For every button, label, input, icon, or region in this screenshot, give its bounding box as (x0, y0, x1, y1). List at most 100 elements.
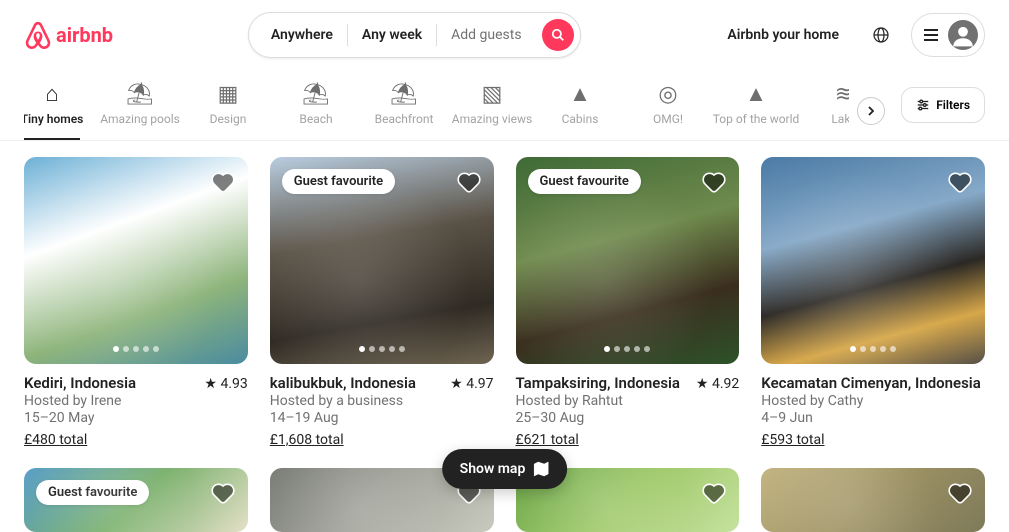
search-anywhere[interactable]: Anywhere (257, 21, 347, 49)
listing-price: £480 total (24, 432, 87, 448)
listing-host: Hosted by Rahtut (516, 393, 740, 409)
filters-button[interactable]: Filters (901, 87, 985, 123)
search-anyweek[interactable]: Any week (348, 21, 436, 49)
header: airbnb Anywhere Any week Add guests Airb… (0, 0, 1009, 70)
category-amazing-pools[interactable]: ⛱Amazing pools (112, 82, 168, 140)
listings-grid: Kediri, Indonesia ★ 4.93 Hosted by Irene… (0, 141, 1009, 448)
listing-image[interactable] (24, 157, 248, 364)
heart-icon (947, 480, 973, 506)
listing-card[interactable]: Guest favourite kalibukbuk, Indonesia ★ … (270, 157, 494, 448)
listing-image[interactable]: Guest favourite (270, 157, 494, 364)
category-beachfront[interactable]: ⛱ Beachfront (376, 82, 432, 140)
image-dots (850, 346, 896, 352)
listing-dates: 25–30 Aug (516, 410, 740, 426)
favourite-badge: Guest favourite (282, 169, 395, 194)
category-list: ⌂Tiny homes⛱Amazing pools▦Design⛱Beach⛱B… (24, 82, 849, 140)
wishlist-button[interactable] (210, 480, 236, 506)
listing-price: £1,608 total (270, 432, 344, 448)
listing-card[interactable]: Kecamatan Cimenyan, Indonesia Hosted by … (761, 157, 985, 448)
host-link[interactable]: Airbnb your home (715, 19, 851, 51)
heart-icon (210, 169, 236, 195)
search-guests[interactable]: Add guests (437, 21, 535, 49)
header-right: Airbnb your home (715, 13, 985, 57)
category-lake[interactable]: ≋Lake (816, 82, 849, 140)
listing-location: kalibukbuk, Indonesia (270, 374, 416, 392)
search-button[interactable] (542, 19, 574, 51)
chevron-right-icon (866, 106, 876, 116)
show-map-label: Show map (460, 461, 526, 477)
listing-rating: ★ 4.92 (696, 376, 739, 392)
category-icon: ▧ (480, 82, 504, 106)
category-icon: ⛱ (304, 82, 328, 106)
category-icon: ⛱ (128, 82, 152, 106)
listing-host: Hosted by a business (270, 393, 494, 409)
globe-icon (873, 27, 889, 43)
search-icon (551, 28, 565, 42)
category-icon: ⛱ (392, 82, 416, 106)
listing-image[interactable] (761, 468, 985, 532)
listing-card[interactable]: Kediri, Indonesia ★ 4.93 Hosted by Irene… (24, 157, 248, 448)
search-bar[interactable]: Anywhere Any week Add guests (248, 12, 581, 58)
heart-icon (947, 169, 973, 195)
listing-image[interactable]: Guest favourite (516, 157, 740, 364)
wishlist-button[interactable] (947, 480, 973, 506)
show-map-button[interactable]: Show map (442, 449, 568, 489)
category-label: Amazing views (452, 112, 532, 126)
category-cabins[interactable]: ▲Cabins (552, 82, 608, 140)
profile-menu[interactable] (911, 13, 985, 57)
listing-info: Kediri, Indonesia ★ 4.93 Hosted by Irene… (24, 364, 248, 448)
listing-rating: ★ 4.97 (450, 376, 493, 392)
category-amazing-views[interactable]: ▧Amazing views (464, 82, 520, 140)
listing-card[interactable]: Guest favourite Tampaksiring, Indonesia … (516, 157, 740, 448)
heart-icon (701, 169, 727, 195)
logo-text: airbnb (56, 23, 113, 47)
category-label: OMG! (653, 112, 683, 126)
language-button[interactable] (863, 17, 899, 53)
filter-icon (916, 98, 930, 112)
image-dots (113, 346, 159, 352)
listing-rating: ★ 4.93 (204, 376, 247, 392)
category-icon: ▦ (216, 82, 240, 106)
category-design[interactable]: ▦ Design (200, 82, 256, 140)
category-omg![interactable]: ◎OMG! (640, 82, 696, 140)
listing-card[interactable] (761, 468, 985, 532)
wishlist-button[interactable] (701, 480, 727, 506)
category-label: Tiny homes (24, 112, 83, 126)
heart-icon (701, 480, 727, 506)
category-label: Design (210, 112, 247, 126)
wishlist-button[interactable] (210, 169, 236, 195)
hamburger-icon (924, 34, 938, 36)
listing-dates: 14–19 Aug (270, 410, 494, 426)
listing-dates: 15–20 May (24, 410, 248, 426)
listing-location: Kediri, Indonesia (24, 374, 136, 392)
category-beach[interactable]: ⛱ Beach (288, 82, 344, 140)
category-icon: ⌂ (40, 82, 64, 106)
listing-image[interactable]: Guest favourite (24, 468, 248, 532)
category-scroll-right[interactable] (857, 97, 885, 125)
listing-image[interactable] (761, 157, 985, 364)
wishlist-button[interactable] (947, 169, 973, 195)
listing-price: £621 total (516, 432, 579, 448)
wishlist-button[interactable] (456, 169, 482, 195)
category-tiny-homes[interactable]: ⌂ Tiny homes (24, 82, 80, 140)
category-top-of-the-world[interactable]: ▲Top of the world (728, 82, 784, 140)
category-label: Cabins (562, 112, 599, 126)
category-label: Amazing pools (100, 112, 180, 126)
listing-host: Hosted by Cathy (761, 393, 985, 409)
listing-card[interactable]: Guest favourite (24, 468, 248, 532)
logo[interactable]: airbnb (24, 21, 113, 49)
category-label: Beach (299, 112, 332, 126)
map-icon (533, 461, 549, 477)
favourite-badge: Guest favourite (36, 480, 149, 505)
category-icon: ≋ (832, 82, 849, 106)
listing-location: Tampaksiring, Indonesia (516, 374, 681, 392)
wishlist-button[interactable] (701, 169, 727, 195)
category-label: Top of the world (713, 112, 800, 126)
image-dots (359, 346, 405, 352)
avatar (948, 20, 978, 50)
listing-dates: 4–9 Jun (761, 410, 985, 426)
category-label: Beachfront (375, 112, 434, 126)
listing-info: kalibukbuk, Indonesia ★ 4.97 Hosted by a… (270, 364, 494, 448)
listing-price: £593 total (761, 432, 824, 448)
listing-info: Tampaksiring, Indonesia ★ 4.92 Hosted by… (516, 364, 740, 448)
